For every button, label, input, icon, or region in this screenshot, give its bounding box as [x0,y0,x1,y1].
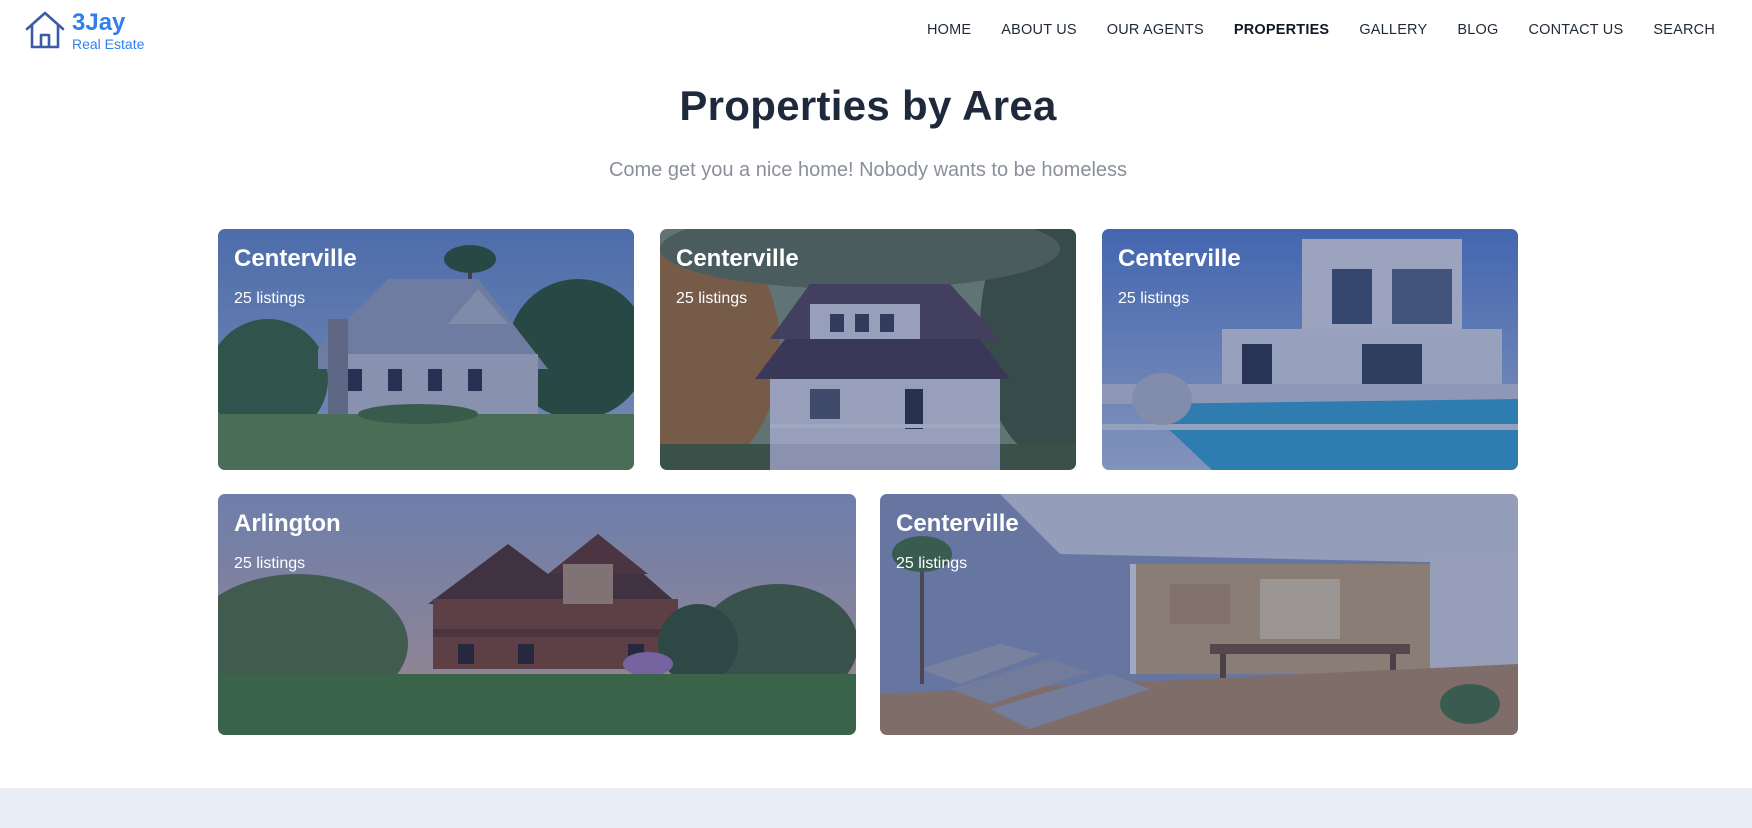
area-name: Centerville [896,510,1019,537]
brand-text: 3Jay Real Estate [72,9,145,53]
listing-count: 25 listings [234,555,306,572]
area-name: Centerville [676,245,799,272]
nav-home[interactable]: HOME [927,22,971,38]
footer-band [0,788,1752,828]
area-name: Centerville [234,245,357,272]
page: 3Jay Real Estate HOME ABOUT US OUR AGENT… [0,0,1752,828]
listing-count: 25 listings [1118,290,1190,307]
page-subtitle: Come get you a nice home! Nobody wants t… [608,159,1128,181]
site-header: 3Jay Real Estate HOME ABOUT US OUR AGENT… [0,0,1752,64]
area-card[interactable]: Arlington 25 listings [218,494,856,735]
listing-count: 25 listings [676,290,748,307]
nav-search[interactable]: SEARCH [1653,22,1715,38]
brand-tagline: Real Estate [72,36,145,52]
area-card[interactable]: Centerville 25 listings [660,229,1076,470]
area-card[interactable]: Centerville 25 listings [1102,229,1518,470]
listing-count: 25 listings [234,290,306,307]
nav-blog[interactable]: BLOG [1457,22,1498,38]
main-nav: HOME ABOUT US OUR AGENTS PROPERTIES GALL… [897,22,1715,38]
area-name: Centerville [1118,245,1241,272]
area-card[interactable]: Centerville 25 listings [218,229,634,470]
nav-our-agents[interactable]: OUR AGENTS [1107,22,1204,38]
area-name: Arlington [234,510,341,537]
nav-contact-us[interactable]: CONTACT US [1528,22,1623,38]
page-title: Properties by Area [679,82,1057,129]
nav-gallery[interactable]: GALLERY [1359,22,1427,38]
house-icon [25,11,65,49]
nav-about-us[interactable]: ABOUT US [1001,22,1076,38]
brand-logo[interactable]: 3Jay Real Estate [24,10,144,52]
nav-properties[interactable]: PROPERTIES [1234,22,1329,38]
area-card[interactable]: Centerville 25 listings [880,494,1518,735]
brand-name: 3Jay [72,9,126,36]
listing-count: 25 listings [896,555,968,572]
